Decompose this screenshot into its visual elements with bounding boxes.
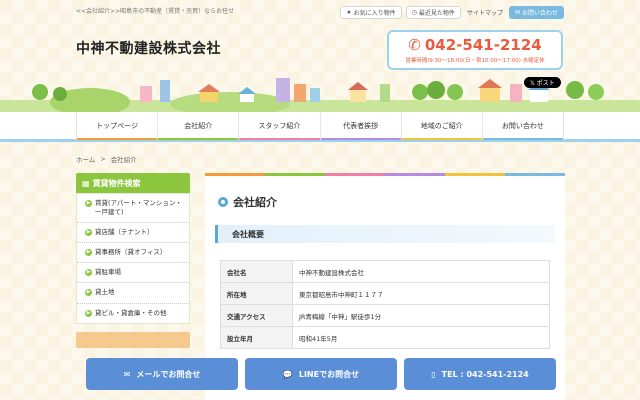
breadcrumb: ホーム > 会社紹介 [76, 154, 137, 164]
x-post-label: ポスト [536, 80, 555, 87]
x-post-button[interactable]: 𝕏 ポスト [524, 77, 561, 88]
phone-number: ✆ 042-541-2124 [389, 36, 561, 54]
nav-item-company[interactable]: 会社紹介 [157, 112, 239, 140]
site-tagline: <<会社紹介>>昭島市の不動産（賃貸・売買）ならお任せ [76, 8, 235, 15]
favorites-label: お気に入り物件 [353, 10, 396, 17]
breadcrumb-separator: > [100, 155, 106, 163]
nav-item-staff[interactable]: スタッフ紹介 [238, 112, 320, 140]
table-row: 会社名 中神不動建設株式会社 [220, 260, 550, 283]
sidebar-item-label: 貸事務所（貸オフィス） [95, 248, 167, 257]
nav-item-greeting[interactable]: 代表者挨拶 [319, 112, 401, 140]
arrow-right-icon: ▶ [85, 309, 92, 317]
nav-items: トップページ 会社紹介 スタッフ紹介 代表者挨拶 地域のご紹介 お問い合わせ [76, 112, 565, 140]
table-value: JR青梅線「中神」駅徒歩1分 [292, 304, 550, 327]
mail-contact-button[interactable]: ✉ メールでお問合せ [86, 358, 238, 390]
sidebar-title-text: 賃貸物件検索 [92, 178, 141, 188]
table-label: 交通アクセス [220, 304, 293, 327]
contact-label: お問い合わせ [521, 10, 558, 17]
nav-item-top[interactable]: トップページ [76, 112, 158, 140]
table-row: 所在地 東京都昭島市中神町１１７７ [220, 282, 550, 305]
table-value: 昭和41年5月 [292, 326, 550, 349]
sidebar-item-label: 貸ビル・貸倉庫・その他 [95, 308, 167, 317]
circle-icon [218, 197, 228, 207]
tel-contact-label: TEL : 042-541-2124 [441, 369, 529, 379]
sidebar-next-section [76, 331, 190, 348]
business-hours: 営業時間/9:30～18:00(日・祭10:00～17:00) 水曜定休 [405, 58, 545, 64]
company-info-table: 会社名 中神不動建設株式会社 所在地 東京都昭島市中神町１１７７ 交通アクセス … [220, 260, 550, 349]
nav-item-area[interactable]: 地域のご紹介 [400, 112, 483, 140]
table-label: 所在地 [220, 282, 293, 305]
mail-contact-label: メールでお問合せ [136, 369, 201, 379]
sidebar-list: ▶ 賃貸(アパート・マンション・一戸建て) ▶ 貸店舗（テナント） ▶ 貸事務所… [76, 193, 190, 324]
line-contact-button[interactable]: 💬 LINEでお問合せ [245, 358, 397, 390]
star-icon: ★ [346, 9, 352, 16]
section-subheading: 会社概要 [215, 225, 555, 243]
sidebar-item-office[interactable]: ▶ 貸事務所（貸オフィス） [77, 243, 189, 264]
arrow-right-icon: ▶ [85, 200, 92, 207]
sidebar: ▦ 賃貸物件検索 ▶ 賃貸(アパート・マンション・一戸建て) ▶ 貸店舗（テナン… [76, 173, 190, 348]
arrow-right-icon: ▶ [85, 289, 92, 297]
table-row: 設立年月 昭和41年5月 [220, 326, 550, 349]
arrow-right-icon: ▶ [85, 229, 92, 237]
x-icon: 𝕏 [530, 80, 535, 87]
tel-contact-button[interactable]: ▯ TEL : 042-541-2124 [404, 358, 556, 390]
nav-item-contact[interactable]: お問い合わせ [481, 112, 565, 140]
mail-icon: ✉ [123, 369, 131, 379]
table-label: 設立年月 [220, 326, 293, 349]
arrow-right-icon: ▶ [85, 249, 92, 257]
clock-icon: ◷ [411, 9, 417, 16]
phone-number-text: 042-541-2124 [424, 36, 542, 54]
table-value: 中神不動建設株式会社 [292, 260, 550, 283]
recent-button[interactable]: ◷ 最近見た物件 [405, 6, 461, 19]
mobile-phone-icon: ▯ [431, 369, 436, 379]
page-title: 会社紹介 [218, 194, 277, 210]
chat-icon: 💬 [282, 369, 293, 379]
sidebar-item-label: 貸駐車場 [95, 268, 121, 277]
table-value: 東京都昭島市中神町１１７７ [292, 282, 550, 305]
sidebar-title: ▦ 賃貸物件検索 [76, 173, 190, 193]
main-nav: トップページ 会社紹介 スタッフ紹介 代表者挨拶 地域のご紹介 お問い合わせ [0, 112, 640, 142]
sidebar-item-land[interactable]: ▶ 貸土地 [77, 283, 189, 304]
sidebar-item-building[interactable]: ▶ 貸ビル・貸倉庫・その他 [77, 304, 189, 323]
sidebar-item-label: 賃貸(アパート・マンション・一戸建て) [95, 199, 182, 217]
building-icon: ▦ [82, 178, 90, 188]
sidebar-item-parking[interactable]: ▶ 貸駐車場 [77, 263, 189, 284]
rainbow-divider [205, 173, 565, 176]
phone-box[interactable]: ✆ 042-541-2124 営業時間/9:30～18:00(日・祭10:00～… [387, 30, 563, 70]
sidebar-item-rental[interactable]: ▶ 賃貸(アパート・マンション・一戸建て) [77, 194, 189, 224]
top-links: ★ お気に入り物件 ◷ 最近見た物件 サイトマップ ✉ お問い合わせ [340, 6, 564, 19]
mail-icon: ✉ [514, 9, 520, 16]
recent-label: 最近見た物件 [418, 10, 455, 17]
arrow-right-icon: ▶ [85, 269, 92, 277]
table-label: 会社名 [220, 260, 293, 283]
sidebar-item-label: 貸店舗（テナント） [95, 228, 154, 237]
sidebar-item-label: 貸土地 [95, 288, 115, 297]
sidebar-item-shop[interactable]: ▶ 貸店舗（テナント） [77, 223, 189, 244]
line-contact-label: LINEでお問合せ [298, 369, 360, 379]
page-title-text: 会社紹介 [233, 196, 277, 209]
table-row: 交通アクセス JR青梅線「中神」駅徒歩1分 [220, 304, 550, 327]
fixed-contact-bar: ✉ メールでお問合せ 💬 LINEでお問合せ ▯ TEL : 042-541-2… [0, 350, 640, 400]
favorites-button[interactable]: ★ お気に入り物件 [340, 6, 402, 19]
company-logo[interactable]: 中神不動建設株式会社 [76, 38, 221, 58]
breadcrumb-home[interactable]: ホーム [76, 154, 95, 164]
phone-icon: ✆ [408, 36, 421, 54]
contact-button[interactable]: ✉ お問い合わせ [508, 6, 564, 19]
breadcrumb-current: 会社紹介 [110, 156, 137, 164]
site-header: <<会社紹介>>昭島市の不動産（賃貸・売買）ならお任せ 中神不動建設株式会社 ★… [0, 0, 640, 112]
sitemap-link[interactable]: サイトマップ [465, 8, 505, 17]
